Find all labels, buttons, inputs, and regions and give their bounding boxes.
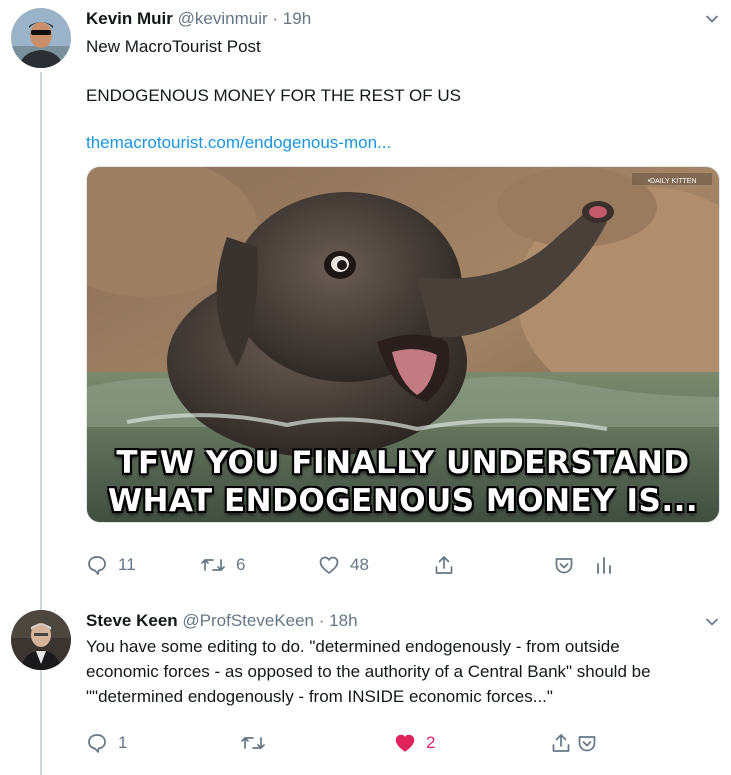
tweet2-text-line: ""determined endogenously - from INSIDE … [86,687,553,706]
timestamp[interactable]: 18h [329,611,357,630]
kevin-muir-avatar[interactable] [11,8,71,68]
like-button[interactable]: 48 [318,552,369,578]
reply-count: 1 [118,733,128,752]
reply-icon [88,734,106,753]
like-count: 48 [350,555,369,574]
bookmark-button[interactable] [553,552,575,578]
retweet-icon [201,559,225,571]
watermark-logo: •DAILY KITTEN [648,178,697,185]
meme-caption-line: TFW YOU FINALLY UNDERSTAND [116,445,690,481]
reply-icon [88,556,106,575]
analytics-button[interactable] [593,552,615,578]
share-icon [435,556,453,574]
timestamp[interactable]: 19h [283,9,311,28]
pocket-icon [555,558,573,574]
tweet2-text-line: economic forces - as opposed to the auth… [86,662,651,681]
share-button[interactable] [433,552,455,578]
pocket-icon [578,736,596,752]
reply-button[interactable]: 11 [86,552,136,578]
retweet-icon [241,737,265,749]
retweet-count: 6 [236,555,246,574]
chevron-down-icon[interactable] [705,615,719,629]
tweet1-link[interactable]: themacrotourist.com/endogenous-mon... [86,133,391,153]
author-name[interactable]: Steve Keen [86,611,178,630]
meme-caption-line: WHAT ENDOGENOUS MONEY IS... [107,483,699,519]
steve-keen-avatar[interactable] [11,610,71,670]
tweet1-text-line: New MacroTourist Post [86,37,261,56]
chevron-down-icon[interactable] [705,12,719,26]
retweet-button[interactable] [240,730,276,756]
heart-filled-icon [395,734,415,752]
share-button[interactable] [550,730,572,756]
heart-icon [319,556,339,574]
retweet-button[interactable]: 6 [200,552,245,578]
author-handle[interactable]: @kevinmuir [178,9,268,28]
tweet1-text-line: ENDOGENOUS MONEY FOR THE REST OF US [86,86,461,105]
reply-count: 11 [118,555,136,574]
tweet2-header: Steve Keen @ProfSteveKeen · 18h [86,611,358,631]
tweet2-text-line: You have some editing to do. "determined… [86,637,620,656]
bookmark-button[interactable] [576,730,598,756]
author-handle[interactable]: @ProfSteveKeen [182,611,314,630]
share-icon [552,734,570,752]
like-count: 2 [426,733,436,752]
tweet1-media-image[interactable]: •DAILY KITTEN TFW YOU FINALLY UNDERSTAND… [86,166,720,523]
reply-button[interactable]: 1 [86,730,127,756]
tweet1-header: Kevin Muir @kevinmuir · 19h [86,9,311,29]
separator-dot: · [318,611,325,630]
separator-dot: · [272,9,279,28]
bar-chart-icon [597,557,611,574]
like-button[interactable]: 2 [394,730,435,756]
author-name[interactable]: Kevin Muir [86,9,173,28]
